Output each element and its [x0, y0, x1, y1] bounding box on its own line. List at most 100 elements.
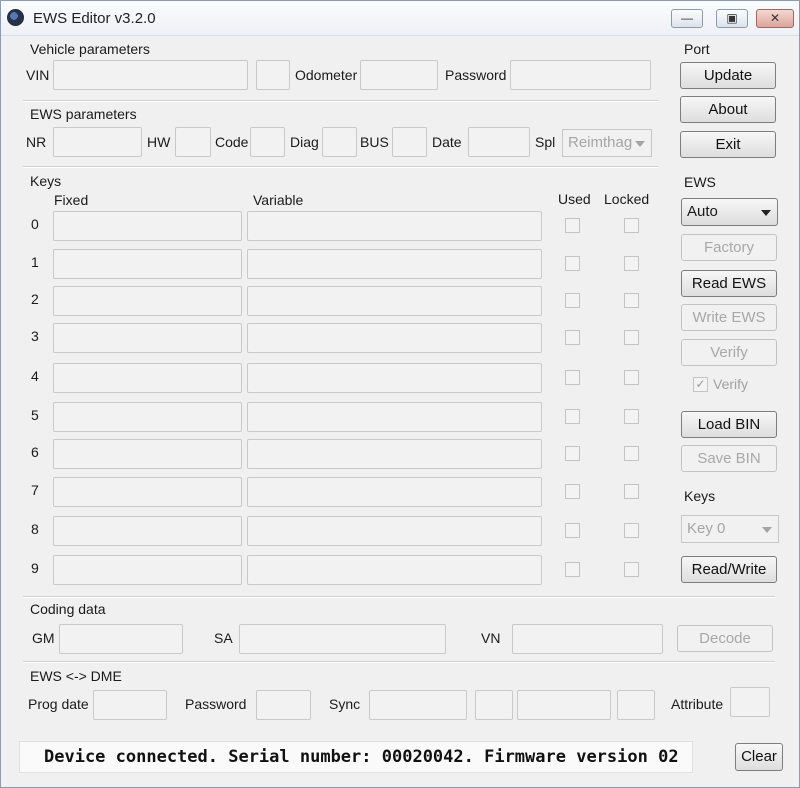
key-variable-input[interactable] [247, 555, 542, 585]
key-used-checkbox[interactable] [565, 370, 580, 385]
sa-input[interactable] [239, 624, 446, 654]
key-variable-input[interactable] [247, 477, 542, 507]
key-locked-checkbox[interactable] [624, 370, 639, 385]
sa-label: SA [214, 630, 233, 646]
key-fixed-input[interactable] [53, 323, 242, 353]
diag-input[interactable] [322, 127, 357, 157]
key-fixed-input[interactable] [53, 555, 242, 585]
key-fixed-input[interactable] [53, 477, 242, 507]
key-used-checkbox[interactable] [565, 562, 580, 577]
key-locked-checkbox[interactable] [624, 256, 639, 271]
key-variable-input[interactable] [247, 363, 542, 393]
key-locked-checkbox[interactable] [624, 409, 639, 424]
spl-select[interactable]: Reimthag [562, 129, 652, 157]
separator [23, 166, 658, 168]
verify-checkbox-label: Verify [713, 376, 749, 392]
main-window: EWS Editor v3.2.0 — ▣ ✕ Vehicle paramete… [0, 0, 800, 788]
vin-label: VIN [26, 67, 50, 83]
key-locked-checkbox[interactable] [624, 330, 639, 345]
hw-input[interactable] [175, 127, 211, 157]
key-variable-input[interactable] [247, 402, 542, 432]
write-ews-button[interactable]: Write EWS [681, 304, 777, 331]
date-input[interactable] [468, 127, 530, 157]
key-used-checkbox[interactable] [565, 409, 580, 424]
vn-input[interactable] [512, 624, 663, 654]
key-fixed-input[interactable] [53, 439, 242, 469]
key-fixed-input[interactable] [53, 249, 242, 279]
odometer-input[interactable] [360, 60, 438, 90]
key-select[interactable]: Key 0 [681, 515, 779, 543]
vehicle-parameters-heading: Vehicle parameters [30, 41, 150, 57]
maximize-button[interactable]: ▣ [716, 9, 748, 28]
code-input[interactable] [250, 127, 285, 157]
clear-button[interactable]: Clear [735, 743, 783, 771]
key-index-label: 0 [31, 216, 39, 232]
verify-checkbox[interactable]: ✓ [693, 377, 708, 392]
key-locked-checkbox[interactable] [624, 484, 639, 499]
verify-button[interactable]: Verify [681, 339, 777, 366]
key-fixed-input[interactable] [53, 402, 242, 432]
key-used-checkbox[interactable] [565, 218, 580, 233]
dme-password-input[interactable] [256, 690, 311, 720]
key-used-checkbox[interactable] [565, 484, 580, 499]
key-fixed-input[interactable] [53, 516, 242, 546]
nr-input[interactable] [53, 127, 142, 157]
key-locked-checkbox[interactable] [624, 293, 639, 308]
key-fixed-input[interactable] [53, 363, 242, 393]
key-used-checkbox[interactable] [565, 293, 580, 308]
key-locked-checkbox[interactable] [624, 562, 639, 577]
key-index-label: 4 [31, 368, 39, 384]
key-used-checkbox[interactable] [565, 446, 580, 461]
key-variable-input[interactable] [247, 323, 542, 353]
password-input[interactable] [510, 60, 651, 90]
chevron-down-icon [761, 210, 771, 216]
close-button[interactable]: ✕ [756, 9, 794, 28]
key-fixed-input[interactable] [53, 211, 242, 241]
key-used-checkbox[interactable] [565, 523, 580, 538]
key-index-label: 9 [31, 560, 39, 576]
key-variable-input[interactable] [247, 516, 542, 546]
key-fixed-input[interactable] [53, 286, 242, 316]
bus-input[interactable] [392, 127, 427, 157]
sync-input-4[interactable] [617, 690, 655, 720]
key-variable-input[interactable] [247, 211, 542, 241]
gm-label: GM [32, 630, 55, 646]
spl-select-value: Reimthag [568, 134, 633, 151]
key-select-value: Key 0 [687, 520, 726, 537]
ews-mode-select[interactable]: Auto [681, 198, 778, 226]
bus-label: BUS [360, 134, 389, 150]
exit-button[interactable]: Exit [680, 131, 776, 158]
load-bin-button[interactable]: Load BIN [681, 411, 777, 438]
sync-input-3[interactable] [517, 690, 611, 720]
window-title: EWS Editor v3.2.0 [33, 10, 156, 27]
key-index-label: 3 [31, 328, 39, 344]
port-label: Port [684, 41, 710, 57]
app-logo-icon [7, 9, 24, 26]
prog-date-input[interactable] [93, 690, 167, 720]
key-used-checkbox[interactable] [565, 330, 580, 345]
decode-button[interactable]: Decode [677, 625, 773, 652]
nr-label: NR [26, 134, 47, 150]
key-variable-input[interactable] [247, 249, 542, 279]
vin-input[interactable] [53, 60, 248, 90]
vin-check-input[interactable] [256, 60, 290, 90]
minimize-button[interactable]: — [671, 9, 703, 28]
key-used-checkbox[interactable] [565, 256, 580, 271]
gm-input[interactable] [59, 624, 183, 654]
about-button[interactable]: About [680, 96, 776, 123]
read-write-button[interactable]: Read/Write [681, 556, 777, 583]
key-locked-checkbox[interactable] [624, 523, 639, 538]
attribute-input[interactable] [730, 687, 770, 717]
key-locked-checkbox[interactable] [624, 446, 639, 461]
key-locked-checkbox[interactable] [624, 218, 639, 233]
used-column-header: Used [558, 191, 591, 207]
save-bin-button[interactable]: Save BIN [681, 445, 777, 472]
checkmark-icon: ✓ [695, 377, 706, 391]
key-variable-input[interactable] [247, 439, 542, 469]
sync-input-2[interactable] [475, 690, 513, 720]
read-ews-button[interactable]: Read EWS [681, 270, 777, 297]
sync-input-1[interactable] [369, 690, 467, 720]
key-variable-input[interactable] [247, 286, 542, 316]
factory-button[interactable]: Factory [681, 234, 777, 261]
update-button[interactable]: Update [680, 62, 776, 89]
